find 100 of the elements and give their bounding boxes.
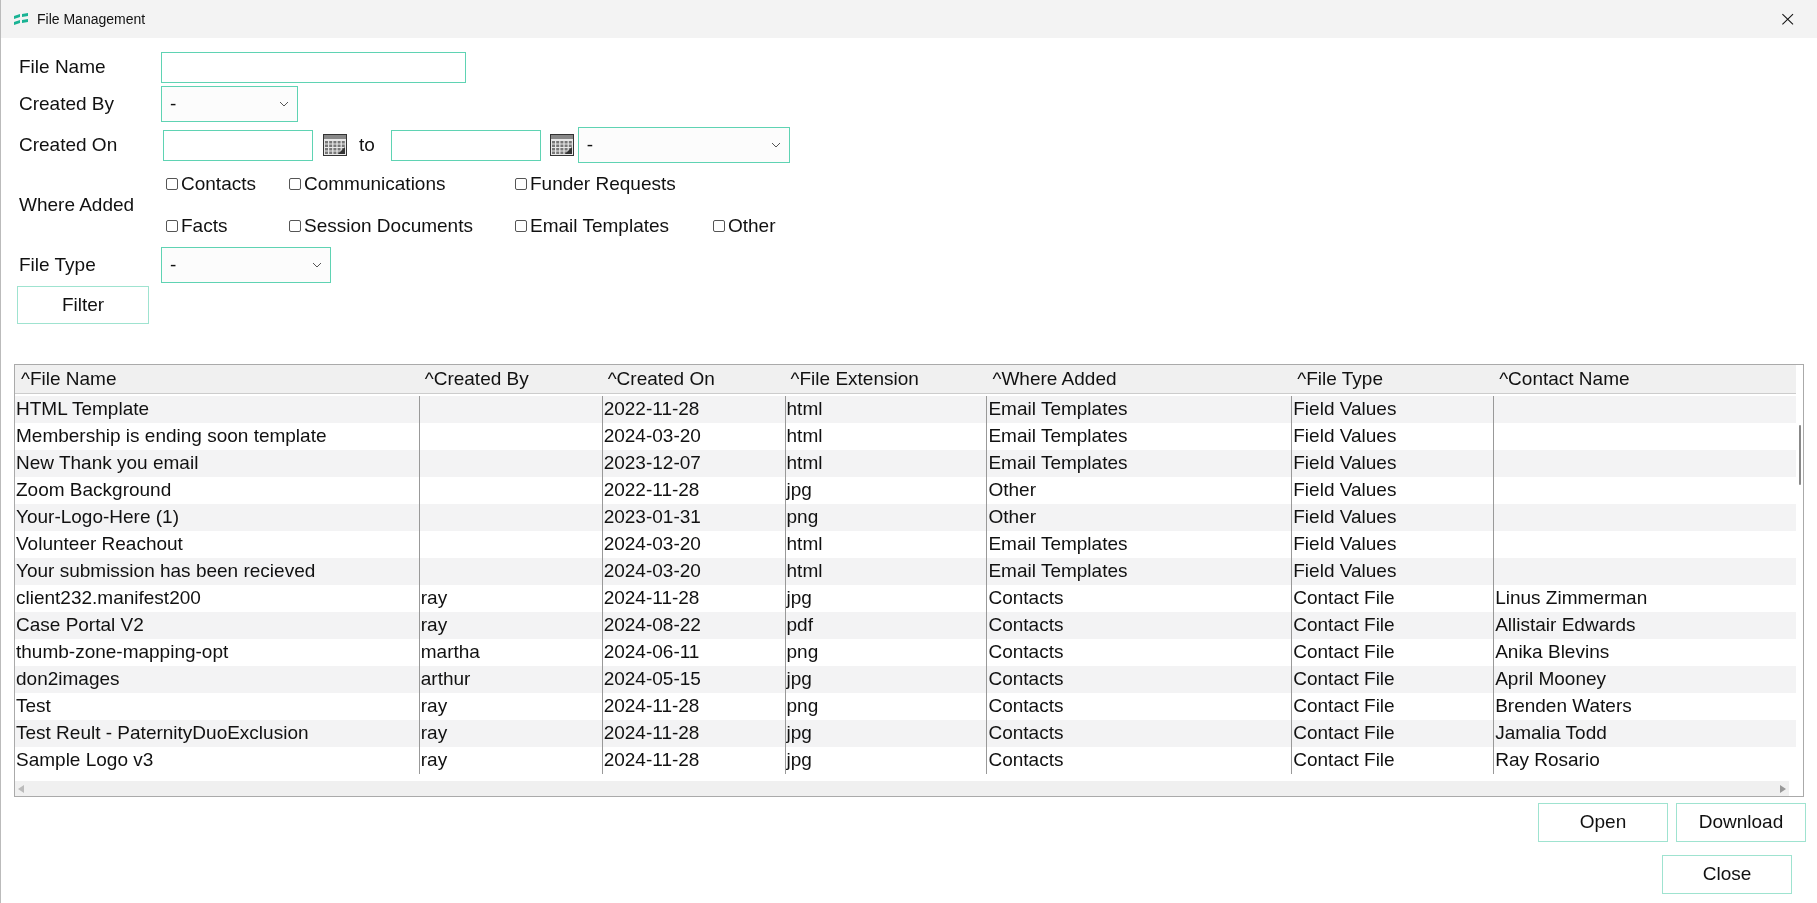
table-cell-text: Test <box>16 694 51 719</box>
file-type-dropdown[interactable]: - <box>161 247 331 283</box>
dropdown-caret-icon <box>312 262 322 268</box>
table-cell-text: png <box>786 505 819 530</box>
column-header[interactable]: ^Created On <box>601 365 785 393</box>
checkbox[interactable] <box>713 220 725 233</box>
table-cell-text: Email Templates <box>988 532 1128 557</box>
table-cell-text: 2022-11-28 <box>603 478 700 503</box>
column-header[interactable]: ^Contact Name <box>1493 365 1796 393</box>
table-cell-text: Contact File <box>1293 748 1395 773</box>
table-cell-text: Field Values <box>1293 424 1397 449</box>
table-cell-text: Other <box>988 478 1036 503</box>
table-cell-text: Contact File <box>1293 613 1395 638</box>
table-cell-text: Brenden Waters <box>1495 694 1632 719</box>
to-label: to <box>359 132 375 157</box>
date-from-field[interactable] <box>163 129 313 161</box>
table-cell-text: 2024-03-20 <box>603 559 701 584</box>
column-header[interactable]: ^Where Added <box>986 365 1292 393</box>
checkbox-label: Communications <box>304 171 446 196</box>
table-cell-text: Field Values <box>1293 451 1397 476</box>
table-cell-text: jpg <box>786 667 812 692</box>
table-cell-text: Your submission has been recieved <box>16 559 316 584</box>
table-cell-text: Zoom Background <box>16 478 172 503</box>
table-cell-text: 2024-11-28 <box>603 748 700 773</box>
close-button[interactable]: Close <box>1662 855 1792 894</box>
filter-button[interactable]: Filter <box>17 286 149 324</box>
checkbox-label: Session Documents <box>304 214 473 238</box>
table-cell-text: 2022-11-28 <box>603 397 700 422</box>
checkbox[interactable] <box>166 220 178 233</box>
column-header[interactable]: ^Created By <box>418 365 602 393</box>
table-cell-text: Email Templates <box>988 424 1128 449</box>
created-by-dropdown[interactable]: - <box>161 86 298 122</box>
open-button[interactable]: Open <box>1538 803 1668 842</box>
table-cell-text: html <box>786 424 823 449</box>
calendar-icon[interactable] <box>549 134 574 156</box>
calendar-icon[interactable] <box>323 134 347 156</box>
table-cell-text: Email Templates <box>988 451 1128 476</box>
column-header[interactable]: ^File Extension <box>784 365 987 393</box>
table-cell-text: ray <box>420 694 448 719</box>
table-cell-text: Your-Logo-Here (1) <box>16 505 179 530</box>
table-cell-text: Contact File <box>1293 586 1395 611</box>
table-cell-text: Contact File <box>1293 721 1395 746</box>
table-cell-text: html <box>786 451 823 476</box>
field-label: Created On <box>19 132 119 157</box>
table-cell-text: Sample Logo v3 <box>16 748 154 773</box>
table-cell-text: Case Portal V2 <box>16 613 144 638</box>
table-cell-text: 2024-11-28 <box>603 721 700 746</box>
table-cell-text: Contacts <box>988 667 1064 692</box>
table-cell-text: Volunteer Reachout <box>16 532 183 557</box>
table-cell-text: Contacts <box>988 721 1064 746</box>
checkbox-label: Contacts <box>181 171 256 196</box>
table-cell-text: 2024-08-22 <box>603 613 701 638</box>
table-cell-text: html <box>786 397 823 422</box>
table-cell-text: Jamalia Todd <box>1495 721 1607 746</box>
checkbox-label: Funder Requests <box>530 171 676 196</box>
table-cell-text: pdf <box>786 613 813 638</box>
date-range-dropdown[interactable]: - <box>577 127 790 163</box>
table-cell-text: Contact File <box>1293 694 1395 719</box>
table-cell-text: Contact File <box>1293 640 1395 665</box>
table-cell-text: Field Values <box>1293 505 1397 530</box>
checkbox-label: Email Templates <box>530 214 670 238</box>
field-label: Where Added <box>19 192 136 217</box>
table-cell-text: arthur <box>420 667 471 692</box>
checkbox[interactable] <box>289 177 301 190</box>
table-cell-text: png <box>786 694 819 719</box>
checkbox[interactable] <box>289 220 301 233</box>
dropdown-caret-icon <box>279 101 289 107</box>
table-cell-text: html <box>786 532 823 557</box>
table-cell-text: 2023-01-31 <box>603 505 701 530</box>
table-cell-text: png <box>786 640 819 665</box>
date-to-field[interactable] <box>390 129 541 161</box>
table-cell-text: Contact File <box>1293 667 1395 692</box>
table-cell-text: Email Templates <box>988 397 1128 422</box>
file-name-field[interactable] <box>161 51 466 83</box>
checkbox[interactable] <box>515 177 527 190</box>
window-title: File Management <box>37 9 146 29</box>
table-cell-text: Field Values <box>1293 559 1397 584</box>
table-cell-text: Field Values <box>1293 478 1397 503</box>
table-cell-text: client232.manifest200 <box>16 586 201 611</box>
column-header[interactable]: ^File Name <box>15 365 419 393</box>
table-cell-text: April Mooney <box>1495 667 1607 692</box>
table-cell-text: Membership is ending soon template <box>16 424 327 449</box>
field-label: Created By <box>19 91 116 116</box>
table-cell-text: jpg <box>786 586 812 611</box>
table-cell-text: Field Values <box>1293 532 1397 557</box>
table-cell-text: Allistair Edwards <box>1495 613 1636 638</box>
checkbox[interactable] <box>515 220 527 233</box>
table-cell-text: Ray Rosario <box>1495 748 1600 773</box>
table-cell-text: Anika Blevins <box>1495 640 1610 665</box>
table-cell-text: jpg <box>786 721 812 746</box>
column-header[interactable]: ^File Type <box>1291 365 1494 393</box>
table-cell-text: Contacts <box>988 748 1064 773</box>
table-cell-text: don2images <box>16 667 120 692</box>
table-cell-text: ray <box>420 748 448 773</box>
checkbox[interactable] <box>166 177 178 190</box>
table-cell-text: 2023-12-07 <box>603 451 701 476</box>
table-cell-text: 2024-03-20 <box>603 532 701 557</box>
table-cell-text: New Thank you email <box>16 451 199 476</box>
table-cell-text: Contacts <box>988 694 1064 719</box>
download-button[interactable]: Download <box>1676 803 1806 842</box>
